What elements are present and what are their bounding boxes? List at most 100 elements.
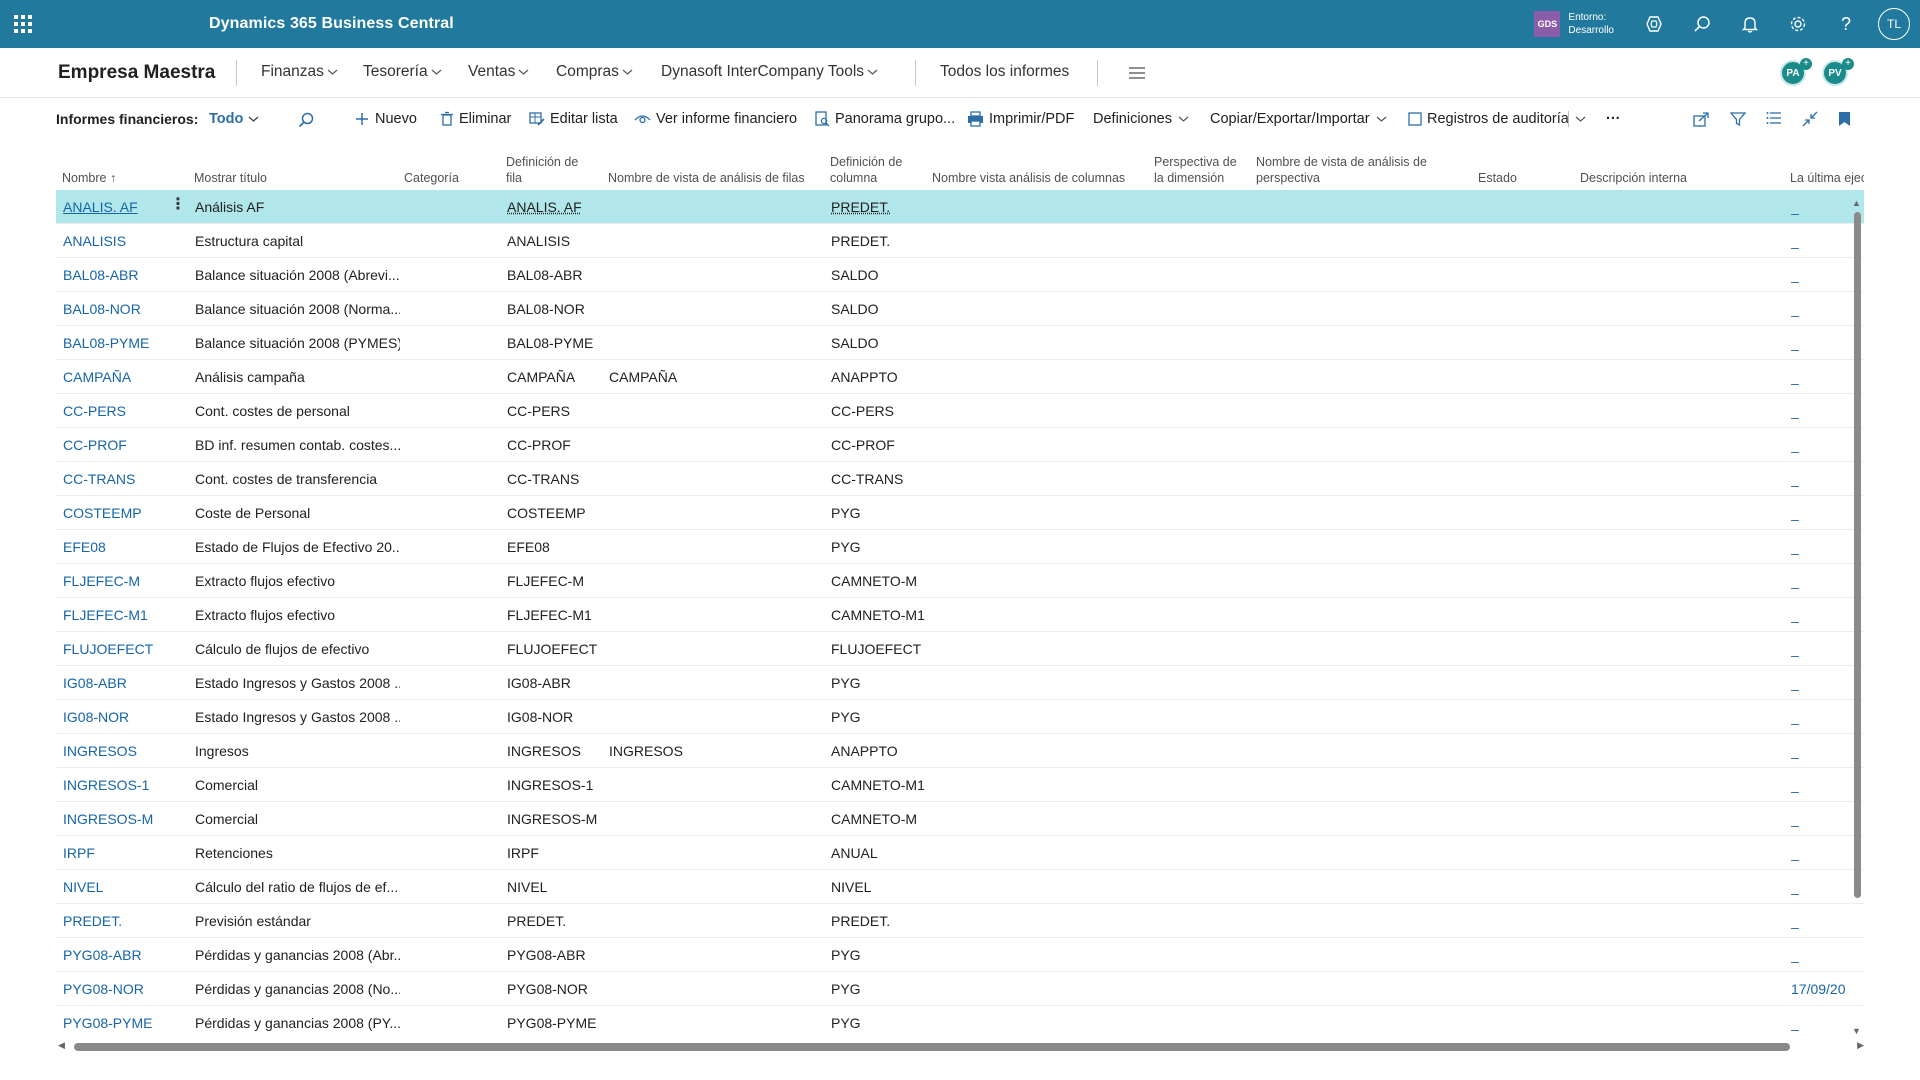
cell-column-definition[interactable]: ANAPPTO (831, 369, 898, 385)
nav-menu-ventas[interactable]: Ventas (468, 63, 529, 81)
cell-column-definition[interactable]: SALDO (831, 267, 878, 283)
persona-pv-button[interactable]: PV + (1820, 58, 1854, 86)
table-row[interactable]: CC-TRANS Cont. costes de transferencia CC-… (56, 462, 1864, 496)
table-row[interactable]: NIVEL Cálculo del ratio de flujos de ef..… (56, 870, 1864, 904)
cell-row-definition[interactable]: CC-PROF (507, 437, 571, 453)
cell-column-definition[interactable]: PYG (831, 947, 861, 963)
cell-name-link[interactable]: IRPF (63, 845, 95, 861)
table-row[interactable]: FLUJOEFECT Cálculo de flujos de efectivo F… (56, 632, 1864, 666)
table-row[interactable]: EFE08 Estado de Flujos de Efectivo 20... E… (56, 530, 1864, 564)
cell-row-definition[interactable]: CC-TRANS (507, 471, 579, 487)
column-header-row-analysis-view[interactable]: Nombre de vista de análisis de filas (608, 170, 805, 186)
edit-list-button[interactable]: Editar lista (529, 111, 618, 127)
cell-row-definition[interactable]: IG08-ABR (507, 675, 571, 691)
cell-name-link[interactable]: PREDET. (63, 913, 122, 929)
collapse-icon[interactable] (1802, 111, 1823, 127)
cell-row-definition[interactable]: FLJEFEC-M (507, 573, 584, 589)
notifications-bell-icon[interactable] (1726, 0, 1774, 48)
cell-name-link[interactable]: CC-PROF (63, 437, 127, 453)
cell-column-definition[interactable]: PYG (831, 709, 861, 725)
cell-column-definition[interactable]: PYG (831, 505, 861, 521)
company-name[interactable]: Empresa Maestra (58, 62, 215, 84)
table-row[interactable]: ANALIS. AF Análisis AF ANALIS. AF PREDET. _ ⋮ (56, 190, 1864, 224)
table-row[interactable]: INGRESOS-1 Comercial INGRESOS-1 CAMNETO-M1 _ (56, 768, 1864, 802)
nav-all-reports[interactable]: Todos los informes (940, 63, 1069, 81)
cell-row-definition[interactable]: FLUJOEFECT (507, 641, 597, 657)
nav-menu-tesoreria[interactable]: Tesorería (363, 63, 442, 81)
share-icon[interactable] (1693, 111, 1715, 127)
cell-name-link[interactable]: BAL08-ABR (63, 267, 138, 283)
cell-column-definition[interactable]: SALDO (831, 335, 878, 351)
cell-row-definition[interactable]: COSTEEMP (507, 505, 586, 521)
cell-column-definition[interactable]: PYG (831, 539, 861, 555)
cell-name-link[interactable]: EFE08 (63, 539, 106, 555)
column-header-column-analysis-view[interactable]: Nombre vista análisis de columnas (932, 170, 1125, 186)
column-header-status[interactable]: Estado (1478, 170, 1517, 186)
cell-column-definition[interactable]: CAMNETO-M (831, 573, 917, 589)
app-title[interactable]: Dynamics 365 Business Central (209, 15, 454, 33)
column-header-perspective-analysis-view[interactable]: Nombre de vista de análisis de perspectiv… (1256, 154, 1427, 186)
column-header-name[interactable]: Nombre ↑ (62, 170, 116, 186)
delete-button[interactable]: Eliminar (440, 111, 511, 127)
cell-row-definition[interactable]: IRPF (507, 845, 539, 861)
column-header-row-definition[interactable]: Definición de fila (506, 154, 578, 186)
cell-name-link[interactable]: NIVEL (63, 879, 103, 895)
table-row[interactable]: IG08-ABR Estado Ingresos y Gastos 2008 ..… (56, 666, 1864, 700)
horizontal-scroll-thumb[interactable] (74, 1043, 1790, 1051)
cell-row-definition[interactable]: INGRESOS-1 (507, 777, 593, 793)
help-icon[interactable]: ? (1822, 0, 1870, 48)
cell-row-definition[interactable]: PYG08-NOR (507, 981, 588, 997)
column-header-category[interactable]: Categoría (404, 170, 459, 186)
table-row[interactable]: FLJEFEC-M Extracto flujos efectivo FLJEFEC… (56, 564, 1864, 598)
cell-name-link[interactable]: ANALIS. AF (63, 199, 138, 215)
new-button[interactable]: Nuevo (354, 111, 417, 127)
table-row[interactable]: IRPF Retenciones IRPF ANUAL _ (56, 836, 1864, 870)
cell-column-definition[interactable]: PREDET. (831, 233, 890, 249)
scroll-up-arrow-icon[interactable]: ▲ (1852, 198, 1861, 208)
cell-row-definition[interactable]: BAL08-PYME (507, 335, 593, 351)
list-view-icon[interactable] (1766, 111, 1787, 125)
user-avatar[interactable]: TL (1878, 8, 1910, 40)
table-row[interactable]: BAL08-ABR Balance situación 2008 (Abrevi.… (56, 258, 1864, 292)
cell-row-definition[interactable]: INGRESOS-M (507, 811, 597, 827)
cell-name-link[interactable]: CC-PERS (63, 403, 126, 419)
scroll-down-arrow-icon[interactable]: ▼ (1852, 1026, 1861, 1036)
cell-name-link[interactable]: BAL08-PYME (63, 335, 149, 351)
row-actions-menu-icon[interactable]: ⋮ (170, 197, 186, 213)
cell-name-link[interactable]: INGRESOS (63, 743, 137, 759)
cell-name-link[interactable]: PYG08-PYME (63, 1015, 152, 1031)
cell-name-link[interactable]: FLUJOEFECT (63, 641, 153, 657)
copilot-icon[interactable] (1630, 0, 1678, 48)
cell-name-link[interactable]: PYG08-ABR (63, 947, 142, 963)
definitions-menu[interactable]: Definiciones (1093, 111, 1194, 127)
vertical-scroll-thumb[interactable] (1854, 212, 1861, 898)
cell-name-link[interactable]: FLJEFEC-M1 (63, 607, 148, 623)
nav-menu-dynasoft-intercompany[interactable]: Dynasoft InterCompany Tools (661, 63, 878, 81)
table-row[interactable]: IG08-NOR Estado Ingresos y Gastos 2008 ..… (56, 700, 1864, 734)
cell-name-link[interactable]: PYG08-NOR (63, 981, 144, 997)
cell-row-definition[interactable]: BAL08-ABR (507, 267, 582, 283)
cell-row-definition[interactable]: ANALISIS (507, 233, 570, 249)
cell-column-definition[interactable]: CAMNETO-M1 (831, 777, 925, 793)
cell-row-definition[interactable]: PREDET. (507, 913, 566, 929)
cell-name-link[interactable]: BAL08-NOR (63, 301, 141, 317)
scroll-right-arrow-icon[interactable]: ▶ (1857, 1040, 1864, 1051)
column-header-column-definition[interactable]: Definición de columna (830, 154, 902, 186)
copy-export-import-menu[interactable]: Copiar/Exportar/Importar (1210, 111, 1392, 127)
cell-column-definition[interactable]: ANAPPTO (831, 743, 898, 759)
cell-name-link[interactable]: CAMPAÑA (63, 369, 131, 385)
table-row[interactable]: CC-PERS Cont. costes de personal CC-PERS CC… (56, 394, 1864, 428)
search-icon[interactable] (1678, 0, 1726, 48)
table-row[interactable]: PYG08-PYME Pérdidas y ganancias 2008 (PY.… (56, 1006, 1864, 1038)
cell-name-link[interactable]: FLJEFEC-M (63, 573, 140, 589)
cell-row-definition[interactable]: ANALIS. AF (507, 199, 582, 215)
cell-row-definition[interactable]: PYG08-PYME (507, 1015, 596, 1031)
cell-row-definition[interactable]: CC-PERS (507, 403, 570, 419)
nav-menu-compras[interactable]: Compras (556, 63, 633, 81)
table-row[interactable]: COSTEEMP Coste de Personal COSTEEMP PYG _ (56, 496, 1864, 530)
table-row[interactable]: ANALISIS Estructura capital ANALISIS PREDET… (56, 224, 1864, 258)
cell-column-definition[interactable]: CC-PROF (831, 437, 895, 453)
cell-row-definition[interactable]: CAMPAÑA (507, 369, 575, 385)
cell-column-definition[interactable]: PYG (831, 981, 861, 997)
horizontal-scrollbar[interactable]: ◀ ▶ (58, 1040, 1864, 1052)
